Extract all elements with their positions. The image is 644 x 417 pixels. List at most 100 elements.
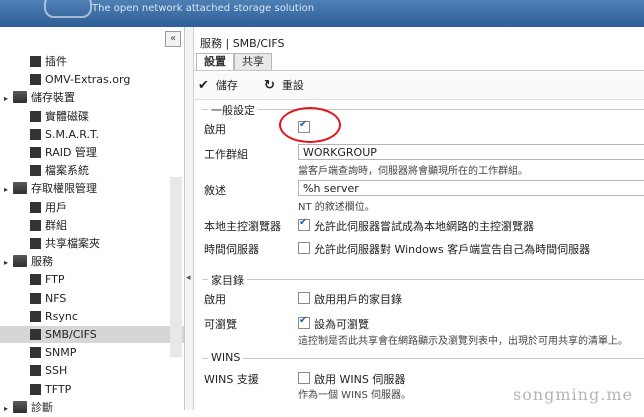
browsable-text: 設為可瀏覽 [314,318,369,331]
sidebar-item[interactable]: 實體磁碟 [0,108,89,125]
sidebar-item-label: S.M.A.R.T. [45,127,99,141]
sidebar: « 插件 OMV-Extras.org ▸ 儲存裝置實體磁碟 S.M.A.R.T. RAI… [0,27,185,414]
sidebar-item-label: SMB/CIFS [45,328,97,341]
tab-shares[interactable]: 共享 [234,53,272,70]
browsable-label: 可瀏覽 [204,318,237,331]
expand-arrow-icon[interactable]: ▸ [4,400,13,417]
sidebar-item-label: 檔案系統 [45,164,89,178]
sidebar-item-label: 儲存裝置 [31,91,75,105]
check-icon: ✔ [198,78,209,93]
folder-icon [13,182,27,195]
sidebar-item-label: 插件 [45,55,67,68]
sidebar-item-label: SSH [45,364,68,378]
sidebar-item[interactable]: 插件 [0,53,67,70]
sidebar-item[interactable]: ▸ 儲存裝置 [0,89,75,106]
raid-icon [30,147,41,158]
sidebar-item[interactable]: S.M.A.R.T. [0,126,99,143]
sidebar-item[interactable]: 檔案系統 [0,162,89,179]
windows-icon [30,329,41,340]
save-button[interactable]: ✔ 儲存 [198,78,238,94]
rsync-icon [30,310,41,322]
sidebar-item[interactable]: OMV-Extras.org [0,71,130,88]
sidebar-item[interactable]: Rsync [0,308,78,325]
wins-support-text: 啟用 WINS 伺服器 [314,373,406,386]
sidebar-item[interactable]: SMB/CIFS [0,326,184,343]
reset-button[interactable]: ↻ 重設 [264,78,304,94]
toolbar: ✔ 儲存 ↻ 重設 [194,73,644,100]
description-input[interactable]: %h server [298,180,644,196]
main-panel: 服務 | SMB/CIFS 設置 共享 ✔儲存 ↻重設 一般設定 啟用 工作群組… [194,27,644,410]
section-title: WINS [208,351,244,364]
tools-icon [30,74,41,86]
snmp-icon [30,347,41,359]
tftp-icon [30,383,41,395]
folder-icon [13,400,27,413]
enable-label: 啟用 [204,123,226,136]
local-master-checkbox[interactable] [298,217,310,231]
sidebar-item-label: RAID 管理 [45,146,97,159]
homes-section: 家目錄 啟用 啟用用戶的家目錄 可瀏覽 設為可瀏覽 這控制是否此共享會在網路顯示… [202,272,644,347]
panel-splitter[interactable]: ◂ [185,27,194,410]
tab-settings[interactable]: 設置 [196,53,234,70]
sidebar-item[interactable]: TFTP [0,381,71,398]
local-master-text: 允許此伺服器嘗試成為本地網路的主控瀏覽器 [314,220,534,233]
watermark: songming.me [513,385,633,404]
time-server-checkbox[interactable] [298,242,310,254]
refresh-icon: ↻ [264,78,275,93]
disk-icon [30,110,41,122]
sidebar-item[interactable]: 共享檔案夾 [0,235,100,252]
tab-bar: 設置 共享 [194,53,644,71]
header-subtitle: The open network attached storage soluti… [92,3,315,14]
sidebar-item[interactable]: SNMP [0,344,76,361]
sidebar-item-label: FTP [45,273,65,287]
sidebar-item[interactable]: RAID 管理 [0,144,97,161]
ftp-icon [30,274,41,286]
sidebar-item[interactable]: SSH [0,362,67,379]
sidebar-item-label: 實體磁碟 [45,109,89,123]
sidebar-item-label: OMV-Extras.org [45,73,131,87]
sidebar-toolbar: « [0,27,184,48]
description-hint: NT 的敘述欄位。 [298,202,375,213]
sidebar-item[interactable]: ▸ 服務 [0,253,53,270]
browsable-checkbox[interactable] [298,315,310,329]
wins-support-checkbox[interactable] [298,372,310,384]
sidebar-item-label: 共享檔案夾 [45,237,100,250]
sidebar-item-label: Rsync [45,309,78,323]
user-icon [30,201,41,213]
sidebar-scrollbar[interactable] [170,177,182,357]
time-server-text: 允許此伺服器對 Windows 客戶端宣告自己為時間伺服器 [314,243,591,256]
sidebar-item-label: NFS [45,291,67,305]
folder-icon [13,255,27,268]
highlight-circle [279,107,341,143]
expand-arrow-icon[interactable]: ▸ [4,181,13,198]
time-server-label: 時間伺服器 [204,243,259,256]
wins-section: WINS WINS 支援 啟用 WINS 伺服器 作為一個 WINS 伺服器。 [202,351,644,401]
share-icon [30,238,41,249]
expand-arrow-icon[interactable]: ▸ [4,90,13,107]
sidebar-item[interactable]: ▸ 存取權限管理 [0,180,97,197]
sidebar-item[interactable]: 群組 [0,217,67,234]
sidebar-item[interactable]: ▸ 診斷 [0,399,53,416]
wins-support-hint: 作為一個 WINS 伺服器。 [298,390,412,401]
sidebar-item[interactable]: NFS [0,290,66,307]
wins-support-label: WINS 支援 [204,373,259,386]
local-master-label: 本地主控瀏覽器 [204,220,281,233]
nfs-icon [30,292,41,304]
sidebar-item-label: 用戶 [45,200,67,214]
workgroup-input[interactable]: WORKGROUP [298,144,644,160]
app-header: The open network attached storage soluti… [0,0,644,27]
homes-enable-checkbox[interactable] [298,292,310,304]
expand-arrow-icon[interactable]: ▸ [4,254,13,271]
ssh-icon [30,365,41,377]
breadcrumb: 服務 | SMB/CIFS [200,37,285,50]
sidebar-item-label: TFTP [45,382,72,396]
sidebar-item[interactable]: 用戶 [0,199,67,216]
homes-enable-text: 啟用用戶的家目錄 [314,293,402,306]
folder-icon [13,91,27,104]
general-settings-section: 一般設定 啟用 工作群組 WORKGROUP 當客戶端查詢時，伺服器將會顯現所在… [202,102,644,256]
sidebar-item[interactable]: FTP [0,271,65,288]
collapse-sidebar-button[interactable]: « [165,31,181,47]
workgroup-hint: 當客戶端查詢時，伺服器將會顯現所在的工作群組。 [298,166,528,177]
filesystem-icon [30,165,41,177]
sidebar-item-label: 群組 [45,218,67,232]
